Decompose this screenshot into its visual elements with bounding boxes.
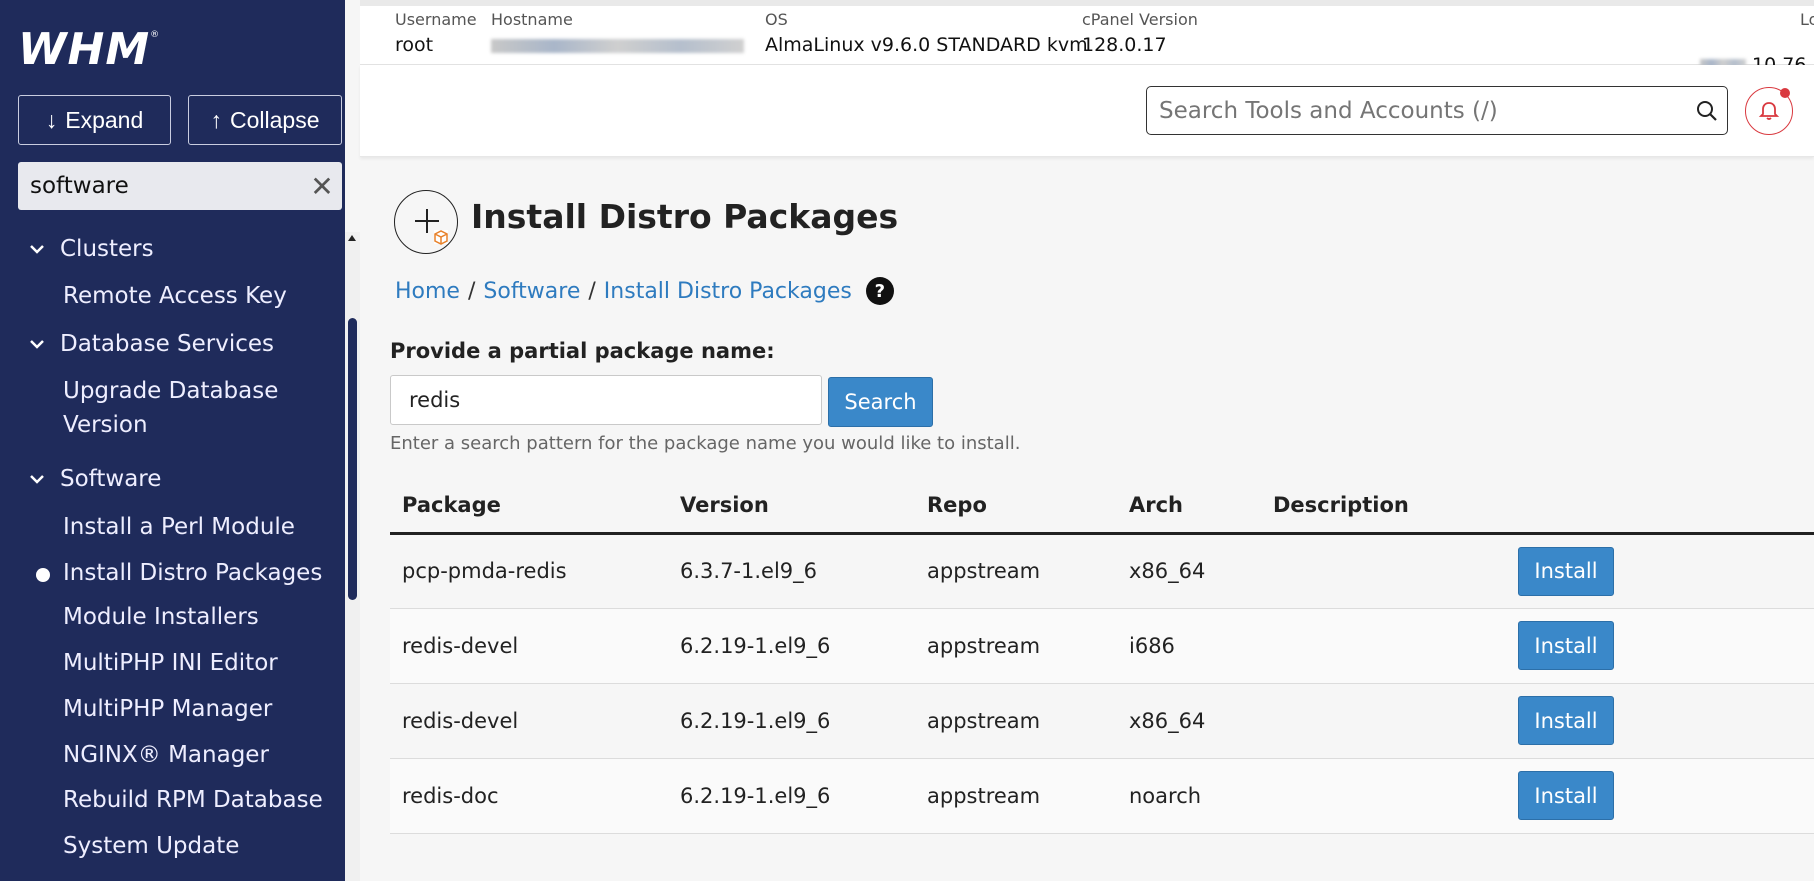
global-search-input[interactable] [1159,97,1687,124]
info-os: OS AlmaLinux v9.6.0 STANDARD kvm [765,10,1088,56]
scroll-up-icon[interactable] [348,235,356,241]
sidebar-item-nginx-manager[interactable]: NGINX® Manager [63,738,333,772]
chevron-down-icon [30,340,44,349]
sidebar-item-multiphp-manager[interactable]: MultiPHP Manager [63,692,333,726]
sidebar: WHM® ↓ Expand ↑ Collapse software ✕ Clus… [0,0,345,881]
install-button[interactable]: Install [1518,696,1614,745]
collapse-button[interactable]: ↑ Collapse [188,95,342,145]
chevron-down-icon [30,475,44,484]
info-username: Username root [395,10,477,56]
active-dot-icon [36,568,50,582]
sidebar-item-upgrade-database-version[interactable]: Upgrade Database Version [63,374,333,442]
header [360,65,1814,157]
col-version[interactable]: Version [668,479,915,535]
clear-filter-icon[interactable]: ✕ [302,170,342,203]
package-name-label: Provide a partial package name: [390,339,775,363]
package-name-input[interactable] [390,375,822,425]
table-header-row: Package Version Repo Arch Description [390,479,1814,535]
breadcrumb-install-distro-packages[interactable]: Install Distro Packages [604,279,852,304]
info-hostname: Hostname [491,10,744,60]
page-title: Install Distro Packages [471,197,899,236]
sidebar-scrollbar[interactable] [345,232,360,881]
table-row: redis-doc 6.2.19-1.el9_6 appstream noarc… [390,758,1814,834]
packages-table: Package Version Repo Arch Description pc… [390,479,1814,834]
global-search[interactable] [1146,86,1728,135]
sidebar-group-database-services[interactable]: Database Services [28,327,274,361]
sidebar-group-clusters[interactable]: Clusters [28,232,154,266]
info-cpanel-version: cPanel Version 128.0.17 [1082,10,1198,56]
hostname-redacted [491,38,744,53]
search-button[interactable]: Search [828,377,933,427]
sidebar-item-module-installers[interactable]: Module Installers [63,600,333,634]
server-info-bar: Username root Hostname OS AlmaLinux v9.6… [360,0,1814,76]
col-package[interactable]: Package [390,479,668,535]
arrow-up-icon: ↑ [210,106,223,133]
table-row: redis-devel 6.2.19-1.el9_6 appstream x86… [390,683,1814,759]
table-row: pcp-pmda-redis 6.3.7-1.el9_6 appstream x… [390,533,1814,609]
sidebar-item-system-update[interactable]: System Update [63,829,333,863]
col-action [1506,479,1814,535]
sidebar-item-remote-access-key[interactable]: Remote Access Key [63,279,333,313]
breadcrumb-home[interactable]: Home [395,279,460,304]
install-button[interactable]: Install [1518,771,1614,820]
table-row: redis-devel 6.2.19-1.el9_6 appstream i68… [390,608,1814,684]
notification-badge [1780,88,1790,98]
install-package-icon [394,190,458,254]
help-icon[interactable]: ? [865,277,894,305]
chevron-down-icon [30,245,44,254]
install-button[interactable]: Install [1518,621,1614,670]
sidebar-item-rebuild-rpm-database[interactable]: Rebuild RPM Database [63,783,333,817]
sidebar-item-install-perl-module[interactable]: Install a Perl Module [63,510,333,544]
sidebar-group-software[interactable]: Software [28,462,161,496]
notifications-button[interactable] [1745,87,1793,135]
search-help-text: Enter a search pattern for the package n… [390,433,1021,454]
bell-icon [1758,102,1780,120]
sidebar-nav: Clusters Remote Access Key Database Serv… [0,232,345,881]
arrow-down-icon: ↓ [45,106,58,133]
expand-button[interactable]: ↓ Expand [18,95,171,145]
col-repo[interactable]: Repo [915,479,1117,535]
main-content: Install Distro Packages Home / Software / … [360,157,1814,881]
breadcrumb: Home / Software / Install Distro Packages … [395,277,894,305]
breadcrumb-software[interactable]: Software [483,279,580,304]
col-arch[interactable]: Arch [1117,479,1261,535]
search-icon[interactable] [1687,91,1727,131]
col-description: Description [1261,479,1506,535]
sidebar-item-install-distro-packages[interactable]: Install Distro Packages [36,556,333,590]
sidebar-item-multiphp-ini-editor[interactable]: MultiPHP INI Editor [63,646,333,680]
sidebar-filter-input[interactable]: software ✕ [18,162,342,210]
scrollbar-thumb[interactable] [348,318,357,600]
install-button[interactable]: Install [1518,546,1614,596]
whm-logo[interactable]: WHM® [18,24,160,75]
